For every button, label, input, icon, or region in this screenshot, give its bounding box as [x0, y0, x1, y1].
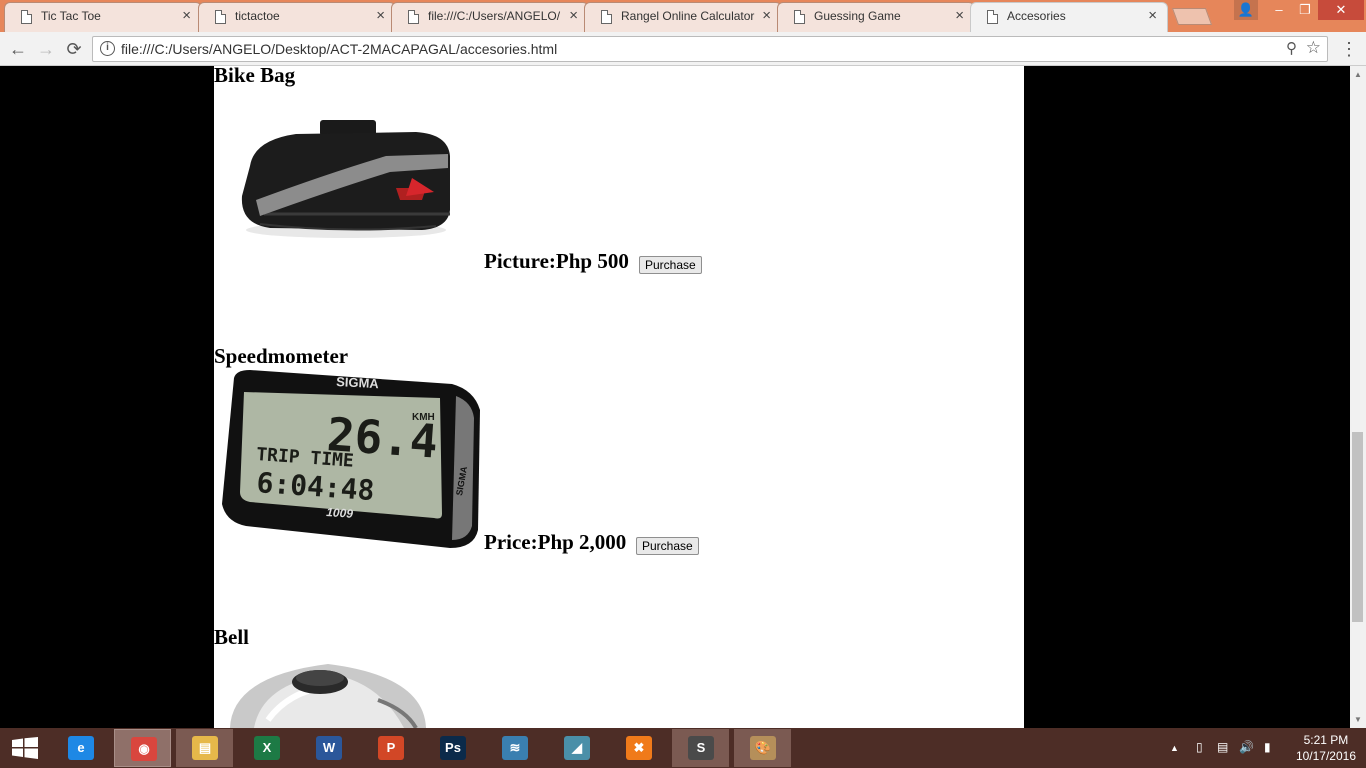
notepad-icon: ◢: [564, 736, 590, 760]
taskbar-app-photoshop[interactable]: Ps: [424, 729, 481, 767]
tab-title: Rangel Online Calculator: [621, 9, 755, 23]
clock-time: 5:21 PM: [1303, 733, 1349, 747]
reload-icon[interactable]: ⟳: [62, 37, 86, 61]
page-icon: [987, 10, 998, 24]
vertical-scrollbar[interactable]: ▲ ▼: [1350, 66, 1366, 728]
restore-button[interactable]: ❐: [1292, 0, 1318, 20]
tab-tic-tac-toe[interactable]: Tic Tac Toe ×: [4, 2, 202, 32]
tab-close-icon[interactable]: ×: [569, 3, 578, 29]
tab-title: Tic Tac Toe: [41, 9, 101, 23]
taskbar-app-sublime-text[interactable]: S: [672, 729, 729, 767]
sublime-text-icon: S: [688, 736, 714, 760]
file-explorer-icon: ▤: [192, 736, 218, 760]
tab-close-icon[interactable]: ×: [1148, 3, 1157, 29]
photoshop-icon: Ps: [440, 736, 466, 760]
product-title-bell: Bell: [214, 625, 249, 649]
tab-tictactoe[interactable]: tictactoe ×: [198, 2, 396, 32]
taskbar-app-internet-explorer[interactable]: e: [52, 729, 109, 767]
page-viewport: Bike Bag Picture:Php 500 Purchase Speedm…: [0, 66, 1350, 728]
tab-title: file:///C:/Users/ANGELO/: [428, 9, 561, 23]
clock-date: 10/17/2016: [1295, 749, 1356, 763]
xampp-icon: ✖: [626, 736, 652, 760]
page-icon: [794, 10, 805, 24]
tab-close-icon[interactable]: ×: [762, 3, 771, 29]
tab-close-icon[interactable]: ×: [182, 3, 191, 29]
page-content: Bike Bag Picture:Php 500 Purchase Speedm…: [214, 66, 1024, 728]
scroll-up-icon[interactable]: ▲: [1354, 70, 1362, 79]
menu-icon[interactable]: ⋮: [1340, 36, 1358, 62]
device-brand-text: SIGMA: [336, 374, 380, 391]
taskbar-app-word[interactable]: W: [300, 729, 357, 767]
browser-toolbar: ← → ⟳ i file:///C:/Users/ANGELO/Desktop/…: [0, 32, 1366, 66]
address-bar[interactable]: i file:///C:/Users/ANGELO/Desktop/ACT-2M…: [92, 36, 1328, 62]
taskbar-app-file-explorer[interactable]: ▤: [176, 729, 233, 767]
bike-bag-image: [241, 120, 450, 238]
speed-unit-text: KMH: [412, 412, 435, 423]
tab-accesories[interactable]: Accesories ×: [970, 2, 1168, 33]
taskbar-app-mysql-installer[interactable]: ≋: [486, 729, 543, 767]
windows-start-icon[interactable]: [12, 737, 38, 759]
page-icon: [408, 10, 419, 24]
zoom-icon[interactable]: ⚲: [1286, 39, 1297, 57]
scroll-down-icon[interactable]: ▼: [1354, 715, 1362, 724]
info-icon[interactable]: i: [100, 41, 115, 56]
user-icon[interactable]: 👤: [1234, 0, 1258, 20]
tab-title: Guessing Game: [814, 9, 901, 23]
windows-taskbar: e ◉ ▤ X W P Ps ≋ ◢ ✖ S 🎨 ▲ ▯ ▤ 🔊 ▮ 5:21 PM 10/17/20…: [0, 728, 1366, 768]
product-title-bike-bag: Bike Bag: [214, 66, 296, 87]
new-tab-button[interactable]: [1171, 8, 1213, 25]
taskbar-app-chrome[interactable]: ◉: [114, 729, 171, 767]
taskbar-app-excel[interactable]: X: [238, 729, 295, 767]
show-hidden-icons-chevron-icon[interactable]: ▲: [1170, 743, 1179, 753]
bike-bag-price: Picture:Php 500: [484, 249, 629, 273]
mysql-installer-icon: ≋: [502, 736, 528, 760]
speedometer-image: SIGMA 26.4 KMH TRIP TIME 6:04:48 1009 SI…: [222, 370, 480, 548]
close-window-button[interactable]: ✕: [1318, 0, 1364, 20]
back-icon[interactable]: ←: [6, 37, 30, 61]
powerpoint-icon: P: [378, 736, 404, 760]
model-number-text: 1009: [326, 505, 354, 521]
chrome-icon: ◉: [131, 737, 157, 761]
purchase-button-bike-bag[interactable]: Purchase: [639, 256, 702, 274]
page-icon: [601, 10, 612, 24]
signal-icon[interactable]: ▮: [1264, 740, 1271, 754]
taskbar-app-xampp[interactable]: ✖: [610, 729, 667, 767]
bell-image: [230, 664, 426, 728]
tab-file[interactable]: file:///C:/Users/ANGELO/ ×: [391, 2, 589, 32]
bookmark-star-icon[interactable]: ☆: [1306, 38, 1321, 58]
network-icon[interactable]: ▤: [1217, 740, 1228, 754]
page-icon: [215, 10, 226, 24]
word-icon: W: [316, 736, 342, 760]
taskbar-app-powerpoint[interactable]: P: [362, 729, 419, 767]
paint-icon: 🎨: [750, 736, 776, 760]
speedometer-price: Price:Php 2,000: [484, 530, 627, 554]
tab-close-icon[interactable]: ×: [955, 3, 964, 29]
internet-explorer-icon: e: [68, 736, 94, 760]
volume-icon[interactable]: 🔊: [1239, 740, 1254, 754]
system-clock[interactable]: 5:21 PM 10/17/2016: [1296, 732, 1356, 764]
excel-icon: X: [254, 736, 280, 760]
tab-close-icon[interactable]: ×: [376, 3, 385, 29]
minimize-button[interactable]: –: [1266, 0, 1292, 20]
forward-icon[interactable]: →: [34, 37, 58, 61]
taskbar-app-notepad[interactable]: ◢: [548, 729, 605, 767]
page-icon: [21, 10, 32, 24]
purchase-button-speedometer[interactable]: Purchase: [636, 537, 699, 555]
tab-strip: Tic Tac Toe × tictactoe × file:///C:/Use…: [0, 0, 1366, 33]
battery-icon[interactable]: ▯: [1196, 740, 1203, 754]
product-title-speedometer: Speedmometer: [214, 344, 349, 368]
tab-title: tictactoe: [235, 9, 280, 23]
taskbar-app-paint[interactable]: 🎨: [734, 729, 791, 767]
url-text[interactable]: file:///C:/Users/ANGELO/Desktop/ACT-2MAC…: [121, 37, 557, 61]
tab-title: Accesories: [1007, 9, 1066, 23]
tab-guessing-game[interactable]: Guessing Game ×: [777, 2, 975, 32]
tab-rangel-calculator[interactable]: Rangel Online Calculator ×: [584, 2, 782, 32]
scrollbar-thumb[interactable]: [1352, 432, 1363, 622]
